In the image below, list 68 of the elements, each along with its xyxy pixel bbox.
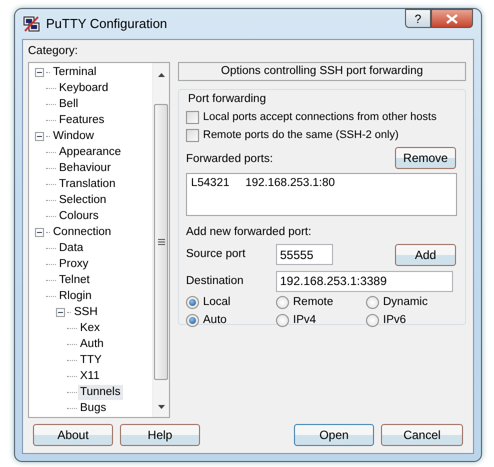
tree-item[interactable]: X11 <box>78 368 102 384</box>
scrollbar[interactable] <box>152 63 169 418</box>
dialog-button[interactable]: Open <box>294 424 374 446</box>
radio-label: Local <box>203 295 230 310</box>
radio-button[interactable] <box>276 296 289 310</box>
radio-button[interactable] <box>186 296 199 310</box>
destination-field[interactable]: 192.168.253.1:3389 <box>276 270 453 292</box>
add-new-label: Add new forwarded port: <box>186 224 312 240</box>
scroll-thumb[interactable] <box>154 104 168 380</box>
dialog-button[interactable]: About <box>33 424 113 446</box>
tree-item[interactable]: Tunnels <box>78 384 122 400</box>
tree-item[interactable]: Kex <box>78 320 102 336</box>
tree-item[interactable]: Behaviour <box>57 160 113 176</box>
window-title: PuTTY Configuration <box>46 15 168 34</box>
list-cell[interactable]: 192.168.253.1:80 <box>245 174 335 192</box>
expander-icon[interactable] <box>56 308 65 317</box>
add-button[interactable]: Add <box>395 244 456 266</box>
expander-icon[interactable] <box>35 68 44 77</box>
destination-label: Destination <box>186 274 245 289</box>
tree-item[interactable]: Rlogin <box>57 288 94 304</box>
app-icon <box>23 15 41 33</box>
list-cell[interactable]: L54321 <box>191 174 230 192</box>
checkbox[interactable] <box>186 111 199 124</box>
expander-icon[interactable] <box>35 132 44 141</box>
radio-button[interactable] <box>366 314 379 328</box>
tree-item[interactable]: Bell <box>57 96 80 112</box>
dialog-button[interactable]: Cancel <box>381 424 463 446</box>
tree-item[interactable]: Keyboard <box>57 80 110 96</box>
radio-label: IPv4 <box>293 313 316 328</box>
tree-item[interactable]: Proxy <box>57 256 90 272</box>
tree-item[interactable]: Features <box>57 112 106 128</box>
tree-item[interactable]: Translation <box>57 176 118 192</box>
radio-label: IPv6 <box>383 313 406 328</box>
radio-button[interactable] <box>366 296 379 310</box>
forwarded-ports-label: Forwarded ports: <box>186 152 273 168</box>
category-label: Category: <box>28 44 79 59</box>
panel-title: Options controlling SSH port forwarding <box>178 62 466 82</box>
checkbox[interactable] <box>186 129 199 142</box>
checkbox-label: Remote ports do the same (SSH-2 only) <box>203 128 399 144</box>
close-button[interactable] <box>431 9 473 28</box>
tree-item[interactable]: Auth <box>78 336 106 352</box>
dialog-button[interactable]: Help <box>120 424 200 446</box>
tree-item[interactable]: Window <box>51 128 96 144</box>
checkbox-label: Local ports accept connections from other hosts <box>203 110 437 126</box>
tree-item[interactable]: Appearance <box>57 144 124 160</box>
tree-item[interactable]: Telnet <box>57 272 92 288</box>
source-port-label: Source port <box>186 247 246 262</box>
group-title: Port forwarding <box>187 92 267 108</box>
tree-item[interactable]: Selection <box>57 192 108 208</box>
remove-button[interactable]: Remove <box>395 146 456 168</box>
help-button[interactable]: ? <box>405 9 431 28</box>
tree-item[interactable]: Terminal <box>51 64 98 80</box>
close-icon <box>446 14 458 24</box>
radio-button[interactable] <box>186 314 199 328</box>
tree-item[interactable]: Data <box>57 240 86 256</box>
tree-item[interactable]: SSH <box>72 304 100 320</box>
expander-icon[interactable] <box>35 228 44 237</box>
tree-item[interactable]: TTY <box>78 352 104 368</box>
radio-label: Remote <box>293 295 334 310</box>
radio-label: Auto <box>203 313 227 328</box>
tree-item[interactable]: Colours <box>57 208 101 224</box>
radio-label: Dynamic <box>383 295 428 310</box>
scroll-up-icon[interactable] <box>158 73 164 78</box>
source-port-field[interactable]: 55555 <box>276 244 333 266</box>
radio-button[interactable] <box>276 314 289 328</box>
scroll-down-icon[interactable] <box>158 405 164 410</box>
tree-item[interactable]: Bugs <box>78 400 108 416</box>
tree-item[interactable]: Connection <box>51 224 114 240</box>
